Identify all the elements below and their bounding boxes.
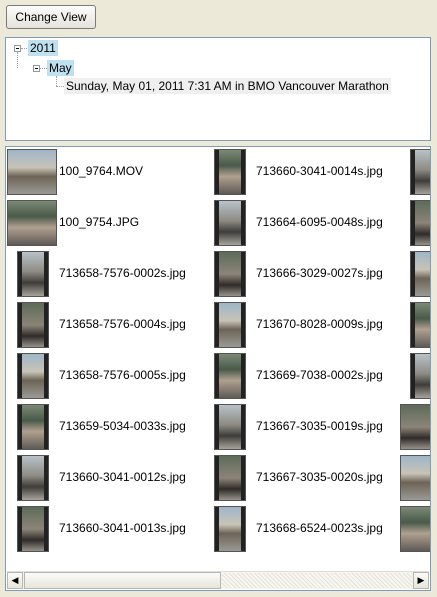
photo-thumbnail[interactable] (214, 302, 246, 348)
photo-thumbnail[interactable] (410, 302, 430, 348)
file-item[interactable] (400, 351, 430, 402)
file-item[interactable] (400, 453, 430, 504)
photo-thumbnail[interactable] (400, 404, 430, 450)
scrollbar-track[interactable] (222, 573, 412, 588)
file-name-label: 100_9764.MOV (59, 164, 144, 178)
file-item[interactable]: 100_9764.MOV (7, 147, 203, 198)
photo-thumbnail[interactable] (17, 353, 49, 399)
photo-thumbnail[interactable] (400, 455, 430, 501)
photo-thumbnail[interactable] (410, 200, 430, 246)
photo-thumbnail[interactable] (214, 404, 246, 450)
scroll-right-button[interactable]: ▶ (413, 572, 429, 589)
file-item[interactable] (400, 147, 430, 198)
file-item[interactable]: 713670-8028-0009s.jpg (204, 300, 400, 351)
file-item[interactable]: 713658-7576-0002s.jpg (7, 249, 203, 300)
file-item[interactable]: 713660-3041-0014s.jpg (204, 147, 400, 198)
scroll-left-button[interactable]: ◀ (7, 572, 23, 589)
photo-thumbnail[interactable] (214, 251, 246, 297)
file-name-label: 713660-3041-0012s.jpg (59, 470, 186, 484)
horizontal-scrollbar[interactable]: ◀ ▶ (7, 571, 429, 589)
collapse-year-icon[interactable] (14, 45, 21, 52)
tree-node-event[interactable]: Sunday, May 01, 2011 7:31 AM in BMO Vanc… (64, 78, 391, 94)
photo-thumbnail[interactable] (400, 506, 430, 552)
photo-thumbnail[interactable] (214, 200, 246, 246)
file-item[interactable]: 713666-3029-0027s.jpg (204, 249, 400, 300)
thumbnail-grid[interactable]: 100_9764.MOV 100_9754.JPG 713658-7576-0002… (5, 146, 431, 591)
file-item[interactable]: 713664-6095-0048s.jpg (204, 198, 400, 249)
file-item[interactable]: 713669-7038-0002s.jpg (204, 351, 400, 402)
file-name-label: 713658-7576-0005s.jpg (59, 368, 186, 382)
file-item[interactable] (400, 300, 430, 351)
file-item[interactable]: 100_9754.JPG (7, 198, 203, 249)
file-name-label: 713660-3041-0014s.jpg (256, 164, 383, 178)
file-name-label: 713668-6524-0023s.jpg (256, 521, 383, 535)
change-view-button[interactable]: Change View (6, 5, 96, 29)
file-item[interactable] (400, 504, 430, 555)
file-item[interactable] (400, 249, 430, 300)
file-name-label: 713659-5034-0033s.jpg (59, 419, 186, 433)
file-name-label: 713667-3035-0020s.jpg (256, 470, 383, 484)
photo-thumbnail[interactable] (214, 149, 246, 195)
photo-thumbnail[interactable] (410, 353, 430, 399)
file-name-label: 713660-3041-0013s.jpg (59, 521, 186, 535)
photo-thumbnail[interactable] (17, 455, 49, 501)
file-name-label: 713666-3029-0027s.jpg (256, 266, 383, 280)
photo-thumbnail[interactable] (214, 506, 246, 552)
file-item[interactable]: 713660-3041-0012s.jpg (7, 453, 203, 504)
photo-thumbnail[interactable] (7, 149, 57, 195)
file-item[interactable] (400, 198, 430, 249)
collapse-month-icon[interactable] (33, 65, 40, 72)
file-item[interactable]: 713660-3041-0013s.jpg (7, 504, 203, 555)
file-name-label: 713670-8028-0009s.jpg (256, 317, 383, 331)
photo-thumbnail[interactable] (17, 302, 49, 348)
file-name-label: 713658-7576-0004s.jpg (59, 317, 186, 331)
file-item[interactable]: 713668-6524-0023s.jpg (204, 504, 400, 555)
photo-thumbnail[interactable] (17, 404, 49, 450)
file-name-label: 713667-3035-0019s.jpg (256, 419, 383, 433)
photo-thumbnail[interactable] (7, 200, 57, 246)
file-item[interactable]: 713659-5034-0033s.jpg (7, 402, 203, 453)
file-item[interactable]: 713667-3035-0020s.jpg (204, 453, 400, 504)
file-item[interactable]: 713658-7576-0004s.jpg (7, 300, 203, 351)
file-item[interactable] (400, 402, 430, 453)
photo-thumbnail[interactable] (410, 251, 430, 297)
photo-thumbnail[interactable] (17, 251, 49, 297)
date-tree[interactable]: 2011 May Sunday, May 01, 2011 7:31 AM in… (5, 37, 431, 141)
tree-node-year[interactable]: 2011 (28, 40, 58, 56)
file-name-label: 713664-6095-0048s.jpg (256, 215, 383, 229)
photo-thumbnail[interactable] (17, 506, 49, 552)
file-item[interactable]: 713667-3035-0019s.jpg (204, 402, 400, 453)
file-name-label: 713658-7576-0002s.jpg (59, 266, 186, 280)
file-name-label: 100_9754.JPG (59, 215, 140, 229)
tree-node-month[interactable]: May (47, 60, 74, 76)
photo-thumbnail[interactable] (410, 149, 430, 195)
scrollbar-thumb[interactable] (24, 572, 221, 589)
photo-thumbnail[interactable] (214, 455, 246, 501)
file-name-label: 713669-7038-0002s.jpg (256, 368, 383, 382)
photo-thumbnail[interactable] (214, 353, 246, 399)
file-item[interactable]: 713658-7576-0005s.jpg (7, 351, 203, 402)
